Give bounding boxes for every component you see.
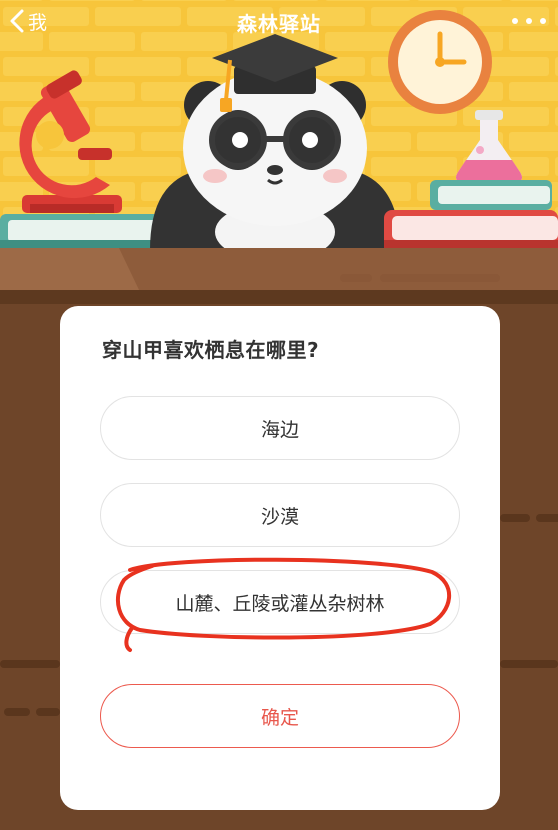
answer-option-1[interactable]: 海边 xyxy=(100,396,460,460)
answer-option-label: 海边 xyxy=(260,418,299,441)
page-title: 森林驿站 xyxy=(237,12,321,36)
answer-option-label: 山麓、丘陵或灌丛杂树林 xyxy=(175,592,385,615)
desk-edge xyxy=(0,290,558,304)
header-illustration: 我 森林驿站 xyxy=(0,0,558,250)
books-left xyxy=(0,214,160,248)
microscope xyxy=(19,70,122,213)
more-dots-icon xyxy=(512,18,518,24)
more-button[interactable] xyxy=(512,10,546,32)
answer-option-3[interactable]: 山麓、丘陵或灌丛杂树林 xyxy=(100,570,460,634)
question-text: 穿山甲喜欢栖息在哪里? xyxy=(102,338,320,362)
chemistry-flask xyxy=(456,110,522,182)
answer-option-label: 沙漠 xyxy=(260,505,299,528)
quiz-card: 穿山甲喜欢栖息在哪里? 海边 沙漠 山麓、丘陵或灌丛杂树林 确定 xyxy=(60,306,500,810)
books-right xyxy=(384,180,558,248)
answer-option-2[interactable]: 沙漠 xyxy=(100,483,460,547)
panda-mascot xyxy=(150,70,400,250)
confirm-button[interactable]: 确定 xyxy=(100,684,460,748)
desk-top xyxy=(0,248,558,292)
navigation-bar: 我 森林驿站 xyxy=(0,0,558,44)
confirm-label: 确定 xyxy=(260,706,299,729)
